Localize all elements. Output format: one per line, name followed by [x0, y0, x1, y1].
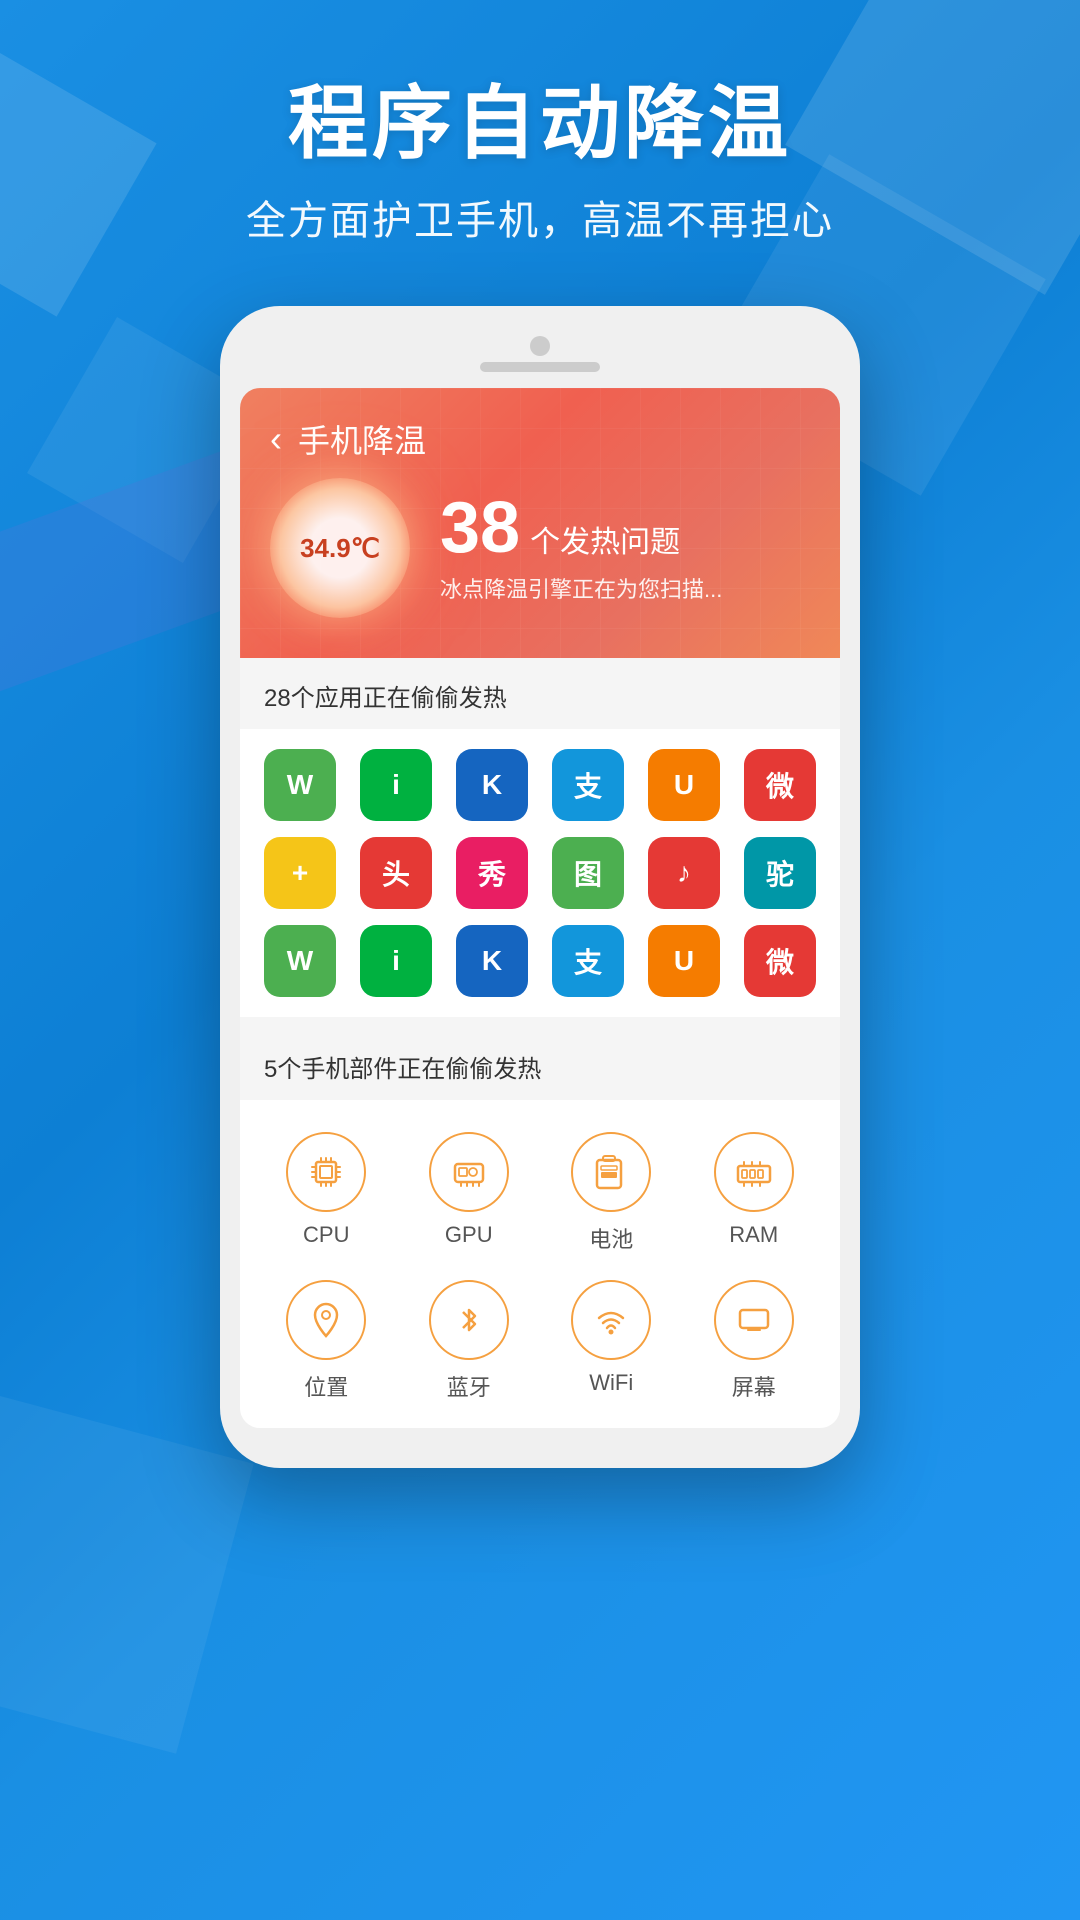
phone-speaker [480, 362, 600, 372]
hardware-section: CPU GPU 电池 RAM [240, 1100, 840, 1428]
app-icon[interactable]: U [648, 749, 720, 821]
issue-label: 个发热问题 [530, 517, 680, 561]
app-icon[interactable]: U [648, 925, 720, 997]
hardware-icon-circle [429, 1132, 509, 1212]
app-icon-wrap: i [356, 925, 436, 997]
back-icon[interactable]: ‹ [270, 418, 282, 460]
app-icon[interactable]: + [264, 837, 336, 909]
hardware-item-label: 蓝牙 [447, 1370, 491, 1402]
hardware-item-label: 屏幕 [732, 1370, 776, 1402]
app-icon[interactable]: 图 [552, 837, 624, 909]
hardware-item-WiFi[interactable]: WiFi [545, 1280, 678, 1402]
app-icon-wrap: W [260, 749, 340, 821]
app-icon[interactable]: 支 [552, 749, 624, 821]
app-icon[interactable]: 头 [360, 837, 432, 909]
hardware-item-蓝牙[interactable]: 蓝牙 [403, 1280, 536, 1402]
app-icon[interactable]: 秀 [456, 837, 528, 909]
hardware-icon-circle [714, 1132, 794, 1212]
hardware-icon-circle [714, 1280, 794, 1360]
app-icon-wrap: K [452, 749, 532, 821]
app-icon[interactable]: i [360, 749, 432, 821]
hardware-grid-row1: CPU GPU 电池 RAM [260, 1116, 820, 1270]
app-icon[interactable]: W [264, 925, 336, 997]
issue-number: 38 [440, 492, 520, 564]
hardware-icon-circle [286, 1132, 366, 1212]
hardware-item-label: RAM [729, 1222, 778, 1248]
app-grid: WiK支U微+头秀图♪驼WiK支U微 [260, 749, 820, 997]
hardware-item-GPU[interactable]: GPU [403, 1132, 536, 1254]
app-icon[interactable]: W [264, 749, 336, 821]
hardware-item-电池[interactable]: 电池 [545, 1132, 678, 1254]
hardware-item-label: 位置 [304, 1370, 348, 1402]
issue-description: 冰点降温引擎正在为您扫描... [440, 572, 722, 604]
app-icon-wrap: 驼 [740, 837, 820, 909]
app-icon-wrap: 图 [548, 837, 628, 909]
app-icon[interactable]: K [456, 749, 528, 821]
app-title: 手机降温 [298, 416, 426, 462]
app-body: 28个应用正在偷偷发热 WiK支U微+头秀图♪驼WiK支U微 5个手机部件正在偷… [240, 658, 840, 1428]
hardware-item-label: GPU [445, 1222, 493, 1248]
app-icon-wrap: K [452, 925, 532, 997]
phone-mockup-container: ‹ 手机降温 34.9℃ 38 个发热问题 冰点降温引擎正在为您扫描... [0, 306, 1080, 1468]
app-icon[interactable]: 微 [744, 749, 816, 821]
app-header: ‹ 手机降温 34.9℃ 38 个发热问题 冰点降温引擎正在为您扫描... [240, 388, 840, 658]
app-icon-wrap: 支 [548, 749, 628, 821]
hardware-icon-circle [286, 1280, 366, 1360]
app-icon-wrap: i [356, 749, 436, 821]
app-icon[interactable]: K [456, 925, 528, 997]
hardware-grid-row2: 位置 蓝牙 WiFi 屏幕 [260, 1270, 820, 1418]
app-icon-wrap: 支 [548, 925, 628, 997]
hardware-item-CPU[interactable]: CPU [260, 1132, 393, 1254]
page-header: 程序自动降温 全方面护卫手机，高温不再担心 [0, 0, 1080, 246]
page-title: 程序自动降温 [0, 80, 1080, 168]
phone-mockup: ‹ 手机降温 34.9℃ 38 个发热问题 冰点降温引擎正在为您扫描... [220, 306, 860, 1468]
temperature-circle: 34.9℃ [270, 478, 410, 618]
app-section-header: 28个应用正在偷偷发热 [240, 658, 840, 729]
app-icon-wrap: ♪ [644, 837, 724, 909]
hardware-item-label: WiFi [589, 1370, 633, 1396]
app-icon-wrap: 头 [356, 837, 436, 909]
app-grid-container: WiK支U微+头秀图♪驼WiK支U微 [240, 729, 840, 1017]
app-icon-wrap: U [644, 749, 724, 821]
hardware-icon-circle [571, 1280, 651, 1360]
hardware-item-位置[interactable]: 位置 [260, 1280, 393, 1402]
hardware-item-label: 电池 [589, 1222, 633, 1254]
app-icon[interactable]: 支 [552, 925, 624, 997]
app-icon-wrap: 微 [740, 749, 820, 821]
app-nav: ‹ 手机降温 [270, 416, 810, 462]
app-header-content: 34.9℃ 38 个发热问题 冰点降温引擎正在为您扫描... [270, 478, 810, 618]
app-icon-wrap: 微 [740, 925, 820, 997]
app-icon-wrap: 秀 [452, 837, 532, 909]
hardware-item-RAM[interactable]: RAM [688, 1132, 821, 1254]
app-icon[interactable]: ♪ [648, 837, 720, 909]
phone-screen: ‹ 手机降温 34.9℃ 38 个发热问题 冰点降温引擎正在为您扫描... [240, 388, 840, 1428]
app-icon-wrap: W [260, 925, 340, 997]
issue-info: 38 个发热问题 冰点降温引擎正在为您扫描... [440, 492, 722, 604]
issue-count-row: 38 个发热问题 [440, 492, 722, 564]
app-icon[interactable]: 微 [744, 925, 816, 997]
phone-camera [530, 336, 550, 356]
hardware-icon-circle [571, 1132, 651, 1212]
hardware-item-label: CPU [303, 1222, 349, 1248]
hardware-item-屏幕[interactable]: 屏幕 [688, 1280, 821, 1402]
app-icon[interactable]: 驼 [744, 837, 816, 909]
app-icon[interactable]: i [360, 925, 432, 997]
app-icon-wrap: + [260, 837, 340, 909]
hardware-icon-circle [429, 1280, 509, 1360]
hardware-section-header: 5个手机部件正在偷偷发热 [240, 1029, 840, 1100]
page-subtitle: 全方面护卫手机，高温不再担心 [0, 188, 1080, 246]
app-icon-wrap: U [644, 925, 724, 997]
temperature-value: 34.9℃ [300, 533, 380, 564]
